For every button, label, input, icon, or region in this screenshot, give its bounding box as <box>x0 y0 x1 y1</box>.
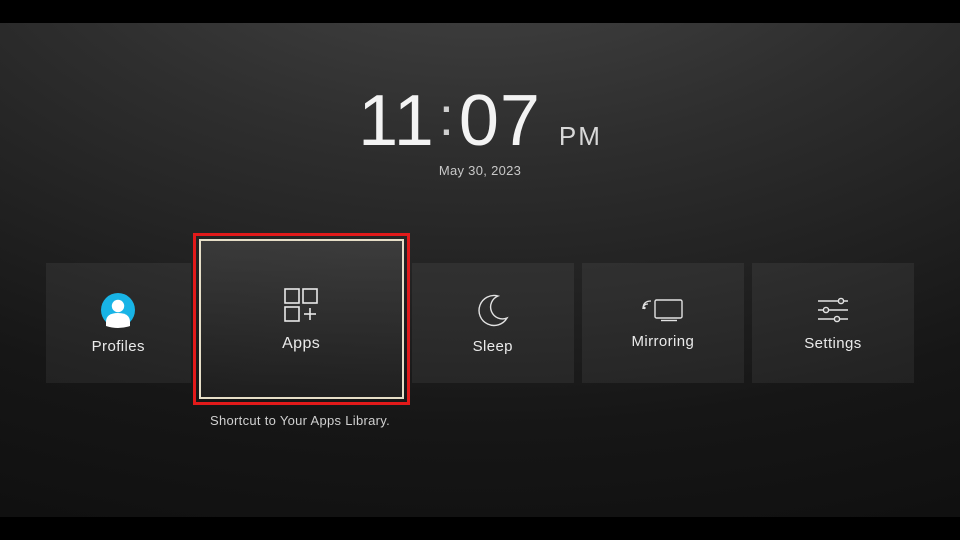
mirroring-icon <box>641 297 685 323</box>
quick-tiles-row: Profiles Apps Sleep <box>46 263 914 383</box>
quick-settings-screen: 11:07 PM May 30, 2023 Profiles <box>0 23 960 517</box>
letterbox-top <box>0 0 960 23</box>
moon-icon <box>475 292 511 328</box>
clock-ampm: PM <box>559 121 602 152</box>
clock-hours: 11 <box>358 81 435 161</box>
sleep-label: Sleep <box>473 338 513 355</box>
profile-avatar-icon <box>100 292 136 328</box>
clock-time: 11:07 <box>358 85 541 157</box>
clock-date: May 30, 2023 <box>0 163 960 178</box>
apps-label: Apps <box>282 335 320 353</box>
settings-label: Settings <box>804 335 861 352</box>
clock-colon: : <box>439 90 455 144</box>
apps-grid-icon <box>279 285 323 325</box>
clock-minutes: 07 <box>459 81 541 161</box>
apps-tile[interactable]: Apps <box>199 239 404 399</box>
letterbox-bottom <box>0 517 960 540</box>
mirroring-label: Mirroring <box>631 333 694 350</box>
profiles-tile[interactable]: Profiles <box>46 263 191 383</box>
selection-hint: Shortcut to Your Apps Library. <box>46 413 960 428</box>
sleep-tile[interactable]: Sleep <box>412 263 574 383</box>
profiles-label: Profiles <box>92 338 145 355</box>
clock-panel: 11:07 PM May 30, 2023 <box>0 85 960 178</box>
sliders-icon <box>815 295 851 325</box>
clock-time-row: 11:07 PM <box>0 85 960 157</box>
settings-tile[interactable]: Settings <box>752 263 914 383</box>
mirroring-tile[interactable]: Mirroring <box>582 263 744 383</box>
